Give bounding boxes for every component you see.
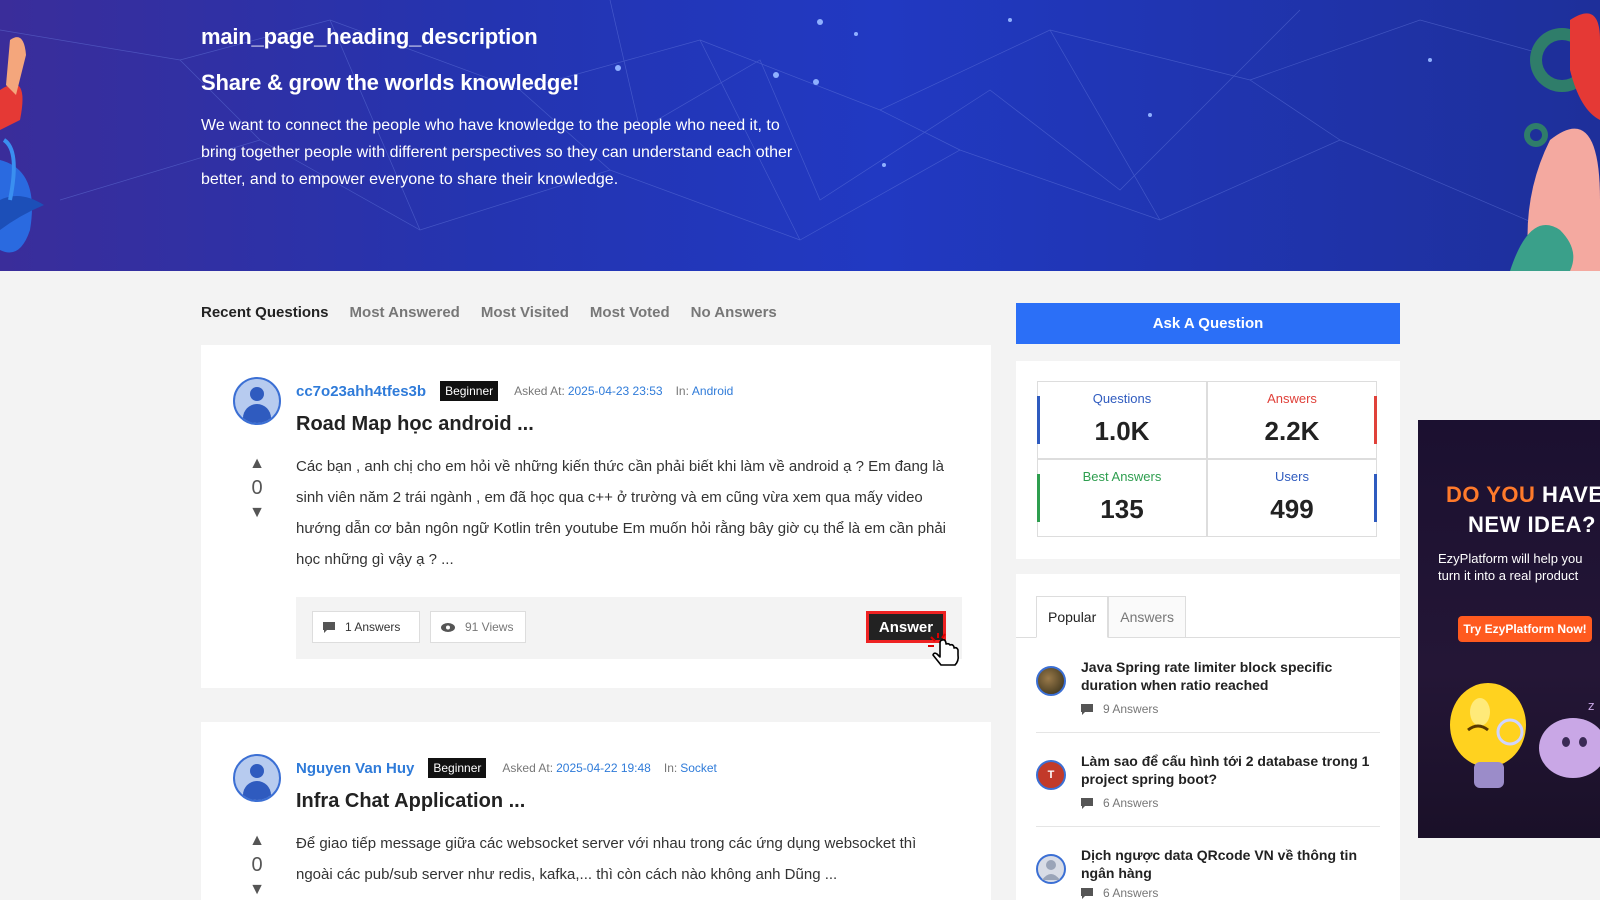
- ad-headline-line2: NEW IDEA?: [1468, 512, 1596, 537]
- category-link[interactable]: Socket: [680, 761, 717, 775]
- stat-label: Questions: [1092, 391, 1152, 406]
- hero-title: main_page_heading_description: [201, 24, 538, 49]
- question-card: cc7o23ahh4tfes3b Beginner Asked At: 2025…: [201, 345, 991, 688]
- asked-date[interactable]: 2025-04-22 19:48: [556, 761, 651, 775]
- vote-count: 0: [251, 854, 263, 876]
- upvote-icon[interactable]: ▲: [247, 455, 267, 473]
- author-link[interactable]: cc7o23ahh4tfes3b: [296, 383, 426, 400]
- category-link[interactable]: Android: [692, 384, 733, 398]
- popular-panel: Popular Answers Java Spring rate limiter…: [1016, 574, 1400, 900]
- tab-most-voted[interactable]: Most Voted: [590, 304, 670, 321]
- popular-item-title[interactable]: Dịch ngược data QRcode VN về thông tin n…: [1081, 846, 1371, 882]
- popular-tabs: Popular Answers: [1036, 596, 1186, 638]
- question-excerpt: Các bạn , anh chị cho em hỏi về những ki…: [296, 458, 946, 568]
- comment-icon: [323, 621, 335, 633]
- tab-answers[interactable]: Answers: [1108, 596, 1186, 638]
- svg-text:z: z: [1588, 699, 1594, 713]
- popular-item-count: 6 Answers: [1081, 886, 1158, 900]
- answers-count: 1 Answers: [345, 620, 401, 634]
- popular-item-title[interactable]: Làm sao để cấu hình tới 2 database trong…: [1081, 752, 1371, 788]
- stat-value: 1.0K: [1094, 416, 1150, 446]
- question-title[interactable]: Infra Chat Application ...: [296, 790, 525, 813]
- stat-label: Answers: [1267, 391, 1317, 406]
- comment-icon: [1081, 887, 1093, 899]
- stat-value: 135: [1100, 494, 1144, 524]
- in-label: In:: [663, 761, 678, 775]
- question-card: Nguyen Van Huy Beginner Asked At: 2025-0…: [201, 722, 991, 900]
- stat-label: Users: [1275, 469, 1309, 484]
- hero-banner: main_page_heading_description Share & gr…: [0, 0, 1600, 271]
- hero-subtitle: Share & grow the worlds knowledge!: [201, 70, 580, 95]
- downvote-icon[interactable]: ▼: [247, 881, 267, 899]
- asked-date[interactable]: 2025-04-23 23:53: [568, 384, 663, 398]
- stat-value: 499: [1270, 494, 1314, 524]
- stat-label: Best Answers: [1082, 469, 1162, 484]
- vote-control: ▲ 0 ▼: [247, 455, 267, 522]
- vote-control: ▲ 0 ▼: [247, 832, 267, 899]
- views-count: 91 Views: [465, 620, 514, 634]
- answers-count-button[interactable]: 1 Answers: [312, 611, 420, 643]
- in-label: In:: [675, 384, 689, 398]
- avatar-letter: T: [1047, 769, 1055, 781]
- asked-label: Asked At:: [514, 384, 565, 398]
- question-excerpt: Để giao tiếp message giữa các websocket …: [296, 835, 917, 883]
- avatar[interactable]: T: [1036, 760, 1066, 790]
- hand-cursor-icon: [928, 633, 959, 666]
- stat-users: Users 499: [1207, 459, 1377, 537]
- stat-value: 2.2K: [1264, 416, 1320, 446]
- user-badge: Beginner: [428, 758, 487, 778]
- user-placeholder-icon: [1042, 860, 1060, 880]
- stat-questions: Questions 1.0K: [1037, 381, 1207, 459]
- question-title[interactable]: Road Map học android ...: [296, 413, 534, 436]
- question-footer: 1 Answers 91 Views Answer: [296, 597, 962, 666]
- avatar[interactable]: [233, 377, 281, 425]
- comment-icon: [1081, 797, 1093, 809]
- question-meta: Nguyen Van Huy Beginner Asked At: 2025-0…: [296, 758, 717, 778]
- upvote-icon[interactable]: ▲: [247, 832, 267, 850]
- stats-panel: Questions 1.0K Answers 2.2K Best Answers…: [1016, 361, 1400, 559]
- lightbulb-mascot-icon: z: [1450, 683, 1600, 788]
- question-meta: cc7o23ahh4tfes3b Beginner Asked At: 2025…: [296, 381, 733, 401]
- ad-banner[interactable]: DO YOU HAVE A NEW IDEA? EzyPlatform will…: [1418, 420, 1600, 838]
- avatar[interactable]: [1036, 854, 1066, 884]
- question-tabs: Recent Questions Most Answered Most Visi…: [201, 304, 777, 321]
- stat-answers: Answers 2.2K: [1207, 381, 1377, 459]
- comment-icon: [1081, 703, 1093, 715]
- tab-most-answered[interactable]: Most Answered: [350, 304, 460, 321]
- eye-icon: [441, 622, 455, 632]
- tab-most-visited[interactable]: Most Visited: [481, 304, 569, 321]
- vote-count: 0: [251, 477, 263, 499]
- tab-recent-questions[interactable]: Recent Questions: [201, 304, 329, 321]
- popular-item-count: 6 Answers: [1081, 796, 1158, 810]
- asked-label: Asked At:: [502, 761, 554, 775]
- ad-cta-button[interactable]: Try EzyPlatform Now!: [1458, 616, 1592, 642]
- tab-popular[interactable]: Popular: [1036, 596, 1109, 638]
- popular-item-title[interactable]: Java Spring rate limiter block specific …: [1081, 658, 1371, 694]
- avatar[interactable]: [233, 754, 281, 802]
- avatar[interactable]: [1036, 666, 1066, 696]
- tab-no-answers[interactable]: No Answers: [691, 304, 777, 321]
- user-badge: Beginner: [440, 381, 499, 401]
- illustration-right: [1510, 13, 1600, 271]
- stat-best-answers: Best Answers 135: [1037, 459, 1207, 537]
- ask-question-button[interactable]: Ask A Question: [1016, 303, 1400, 344]
- ad-headline: DO YOU HAVE A: [1446, 482, 1600, 507]
- hero-description: We want to connect the people who have k…: [201, 117, 793, 188]
- illustration-left: [0, 37, 44, 253]
- popular-item-count: 9 Answers: [1081, 702, 1158, 716]
- downvote-icon[interactable]: ▼: [247, 504, 267, 522]
- ad-subtext: EzyPlatform will help you turn it into a…: [1438, 551, 1583, 583]
- author-link[interactable]: Nguyen Van Huy: [296, 760, 414, 777]
- views-count-button[interactable]: 91 Views: [430, 611, 526, 643]
